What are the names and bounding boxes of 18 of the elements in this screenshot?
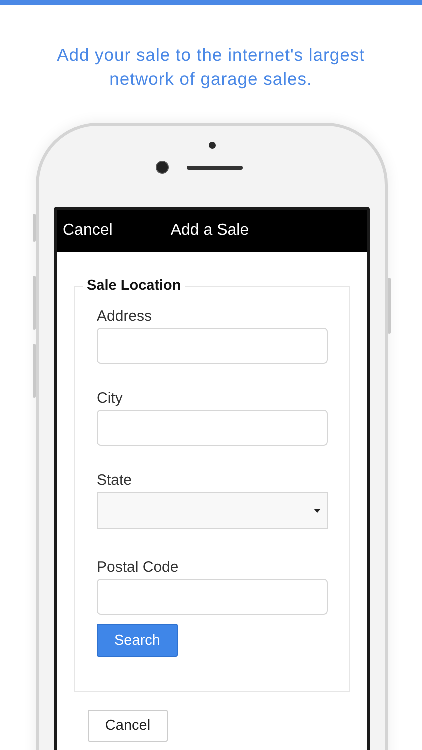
input-field[interactable] bbox=[97, 579, 328, 615]
sensor-icon bbox=[208, 142, 216, 149]
input-field[interactable] bbox=[97, 328, 328, 364]
field-label: City bbox=[97, 390, 124, 407]
group-legend: Sale Location bbox=[83, 278, 186, 294]
camera-icon bbox=[156, 161, 168, 174]
headline: Add your sale to the internet's largest network of garage sales. bbox=[56, 44, 366, 91]
field-label: Address bbox=[97, 308, 154, 325]
cancel-button[interactable]: Cancel bbox=[88, 710, 168, 742]
nav-title: Add a Sale bbox=[170, 222, 250, 240]
select-field[interactable] bbox=[97, 492, 328, 529]
input-field[interactable] bbox=[97, 410, 328, 446]
field-label: State bbox=[97, 472, 134, 489]
speaker-icon bbox=[186, 166, 242, 170]
field-label: Postal Code bbox=[97, 559, 180, 576]
caret-icon bbox=[314, 508, 321, 512]
search-button[interactable]: Search bbox=[97, 624, 178, 657]
cancel-nav-button[interactable]: Cancel bbox=[63, 222, 113, 240]
